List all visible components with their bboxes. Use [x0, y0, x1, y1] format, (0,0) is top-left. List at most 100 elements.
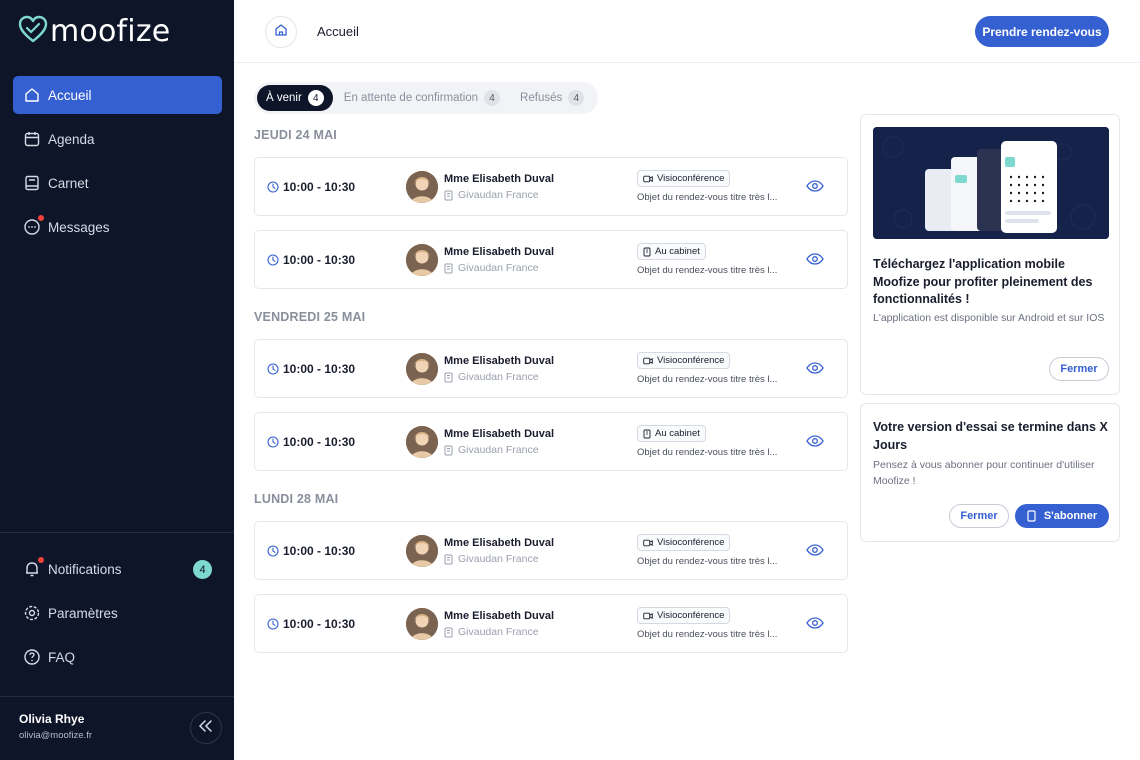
- building-icon: [444, 445, 453, 456]
- appointment-card[interactable]: 10:00 - 10:30 Mme Elisabeth Duval Givaudan…: [254, 339, 848, 398]
- promo-text: L'application est disponible sur Android…: [873, 312, 1105, 324]
- video-icon: [643, 539, 653, 547]
- company-name: Givaudan France: [458, 262, 539, 274]
- eye-icon: [806, 179, 824, 196]
- appointment-type-badge: Visioconférence: [637, 534, 731, 551]
- company-name: Givaudan France: [458, 371, 539, 383]
- appointment-card[interactable]: 10:00 - 10:30 Mme Elisabeth Duval Givaudan…: [254, 594, 848, 653]
- user-email: olivia@moofize.fr: [19, 730, 92, 741]
- appointment-time: 10:00 - 10:30: [267, 253, 355, 267]
- building-icon: [444, 263, 453, 274]
- nav-label: Agenda: [48, 131, 95, 147]
- patient-company: Givaudan France: [444, 444, 539, 456]
- tab-count: 4: [307, 90, 324, 106]
- avatar: [406, 171, 438, 203]
- sidebar-divider: [0, 532, 234, 533]
- day-heading: JEUDI 24 MAI: [254, 128, 337, 142]
- brand-logo[interactable]: moofize: [18, 14, 170, 49]
- appointment-type-label: Visioconférence: [657, 537, 725, 548]
- patient-company: Givaudan France: [444, 626, 539, 638]
- user-profile[interactable]: Olivia Rhye olivia@moofize.fr: [19, 712, 92, 741]
- avatar: [406, 244, 438, 276]
- view-appointment-button[interactable]: [806, 434, 824, 452]
- home-button[interactable]: [265, 16, 297, 48]
- close-trial-button[interactable]: Fermer: [949, 504, 1009, 528]
- patient-company: Givaudan France: [444, 189, 539, 201]
- nav-item-notifications[interactable]: Notifications 4: [13, 550, 222, 588]
- bell-icon: [23, 557, 44, 578]
- subscribe-button[interactable]: S'abonner: [1015, 504, 1109, 528]
- building-icon: [444, 372, 453, 383]
- time-range: 10:00 - 10:30: [283, 253, 356, 267]
- appointment-time: 10:00 - 10:30: [267, 544, 355, 558]
- nav-item-carnet[interactable]: Carnet: [13, 164, 222, 202]
- appointment-time: 10:00 - 10:30: [267, 435, 355, 449]
- notification-count-badge: 4: [193, 560, 212, 579]
- app-screenshot-illustration: [873, 127, 1109, 239]
- collapse-sidebar-button[interactable]: [190, 712, 222, 744]
- eye-icon: [806, 616, 824, 633]
- building-icon: [643, 429, 651, 439]
- view-appointment-button[interactable]: [806, 361, 824, 379]
- company-name: Givaudan France: [458, 553, 539, 565]
- page-title: Accueil: [317, 24, 359, 39]
- tab-refuses[interactable]: Refusés 4: [511, 85, 593, 111]
- clock-icon: [267, 254, 279, 266]
- nav-item-faq[interactable]: FAQ: [13, 638, 222, 676]
- tab-label: À venir: [266, 92, 302, 104]
- building-icon: [444, 190, 453, 201]
- sidebar-divider: [0, 696, 234, 697]
- close-promo-button[interactable]: Fermer: [1049, 357, 1109, 381]
- tab-en-attente[interactable]: En attente de confirmation 4: [335, 85, 509, 111]
- appointment-card[interactable]: 10:00 - 10:30 Mme Elisabeth Duval Givaudan…: [254, 521, 848, 580]
- nav-item-agenda[interactable]: Agenda: [13, 120, 222, 158]
- video-icon: [643, 357, 653, 365]
- eye-icon: [806, 252, 824, 269]
- clock-icon: [267, 436, 279, 448]
- view-appointment-button[interactable]: [806, 543, 824, 561]
- nav-label: Carnet: [48, 175, 89, 191]
- appointment-type-badge: Au cabinet: [637, 425, 706, 442]
- notification-dot: [38, 557, 44, 563]
- question-icon: [23, 648, 41, 666]
- clock-icon: [267, 545, 279, 557]
- appointment-tabs: À venir 4 En attente de confirmation 4 R…: [254, 82, 599, 114]
- home-icon: [23, 86, 41, 104]
- building-icon: [444, 554, 453, 565]
- time-range: 10:00 - 10:30: [283, 617, 356, 631]
- top-header: Accueil Prendre rendez-vous: [234, 0, 1140, 63]
- patient-name: Mme Elisabeth Duval: [444, 610, 555, 622]
- appointment-type-label: Visioconférence: [657, 173, 725, 184]
- appointment-card[interactable]: 10:00 - 10:30 Mme Elisabeth Duval Givaudan…: [254, 157, 848, 216]
- view-appointment-button[interactable]: [806, 179, 824, 197]
- view-appointment-button[interactable]: [806, 252, 824, 270]
- nav-item-accueil[interactable]: Accueil: [13, 76, 222, 114]
- time-range: 10:00 - 10:30: [283, 180, 356, 194]
- avatar: [406, 608, 438, 640]
- trial-text: Pensez à vous abonner pour continuer d'u…: [873, 459, 1095, 487]
- patient-company: Givaudan France: [444, 553, 539, 565]
- tab-count: 4: [568, 90, 585, 106]
- book-appointment-button[interactable]: Prendre rendez-vous: [975, 16, 1109, 47]
- avatar: [406, 535, 438, 567]
- time-range: 10:00 - 10:30: [283, 544, 356, 558]
- appointment-type-label: Visioconférence: [657, 610, 725, 621]
- double-chevron-left-icon: [198, 719, 213, 737]
- heart-logo-icon: [18, 15, 48, 48]
- company-name: Givaudan France: [458, 444, 539, 456]
- appointment-type-badge: Visioconférence: [637, 170, 731, 187]
- appointment-subject: Objet du rendez-vous titre très l...: [637, 629, 778, 640]
- time-range: 10:00 - 10:30: [283, 435, 356, 449]
- appointment-card[interactable]: 10:00 - 10:30 Mme Elisabeth Duval Givaudan…: [254, 230, 848, 289]
- nav-item-parametres[interactable]: Paramètres: [13, 594, 222, 632]
- nav-label: Notifications: [48, 561, 122, 577]
- appointment-card[interactable]: 10:00 - 10:30 Mme Elisabeth Duval Givaudan…: [254, 412, 848, 471]
- appointment-type-badge: Visioconférence: [637, 607, 731, 624]
- day-heading: LUNDI 28 MAI: [254, 492, 339, 506]
- nav-label: Accueil: [48, 87, 92, 103]
- tab-a-venir[interactable]: À venir 4: [257, 85, 333, 111]
- nav-label: Messages: [48, 219, 110, 235]
- view-appointment-button[interactable]: [806, 616, 824, 634]
- nav-item-messages[interactable]: Messages: [13, 208, 222, 246]
- building-icon: [643, 247, 651, 257]
